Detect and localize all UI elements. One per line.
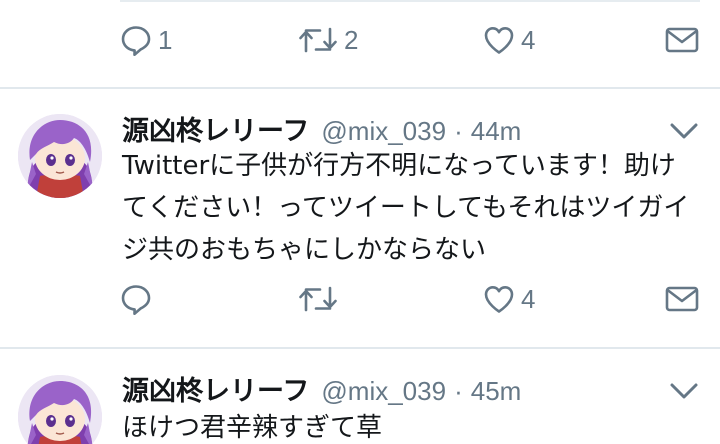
avatar[interactable] <box>18 114 102 198</box>
direct-message-button[interactable] <box>665 279 699 319</box>
chevron-down-icon[interactable] <box>668 119 700 143</box>
retweet-icon <box>298 283 338 315</box>
tweet[interactable]: 源凶柊レリーフ @mix_039 · 44m Twitterに子供が行方不明にな… <box>0 89 720 347</box>
like-count: 4 <box>521 24 536 55</box>
like-button[interactable]: 4 <box>483 20 535 60</box>
separator-dot: · <box>454 376 463 406</box>
handle[interactable]: @mix_039 <box>321 376 446 407</box>
envelope-icon <box>665 285 699 313</box>
reply-button[interactable]: 1 <box>120 20 172 60</box>
reply-icon <box>120 283 152 315</box>
reply-icon <box>120 24 152 56</box>
previous-tweet-actions: 1 2 4 <box>120 20 700 60</box>
reply-button[interactable] <box>120 279 158 319</box>
like-count: 4 <box>521 283 536 314</box>
retweet-button[interactable] <box>298 279 344 319</box>
timestamp[interactable]: 44m <box>471 116 522 147</box>
tweet-header: 源凶柊レリーフ @mix_039 · 45m <box>122 369 521 409</box>
previous-tweet-edge <box>120 0 700 4</box>
chevron-down-icon[interactable] <box>668 379 700 403</box>
display-name[interactable]: 源凶柊レリーフ <box>122 369 309 408</box>
direct-message-button[interactable] <box>665 20 699 60</box>
retweet-count: 2 <box>344 24 359 55</box>
separator-dot: · <box>454 116 463 146</box>
tweet-text: Twitterに子供が行方不明になっています！助けてください！ってツイートしても… <box>122 151 690 265</box>
retweet-button[interactable]: 2 <box>298 20 358 60</box>
like-button[interactable]: 4 <box>483 279 535 319</box>
reply-count: 1 <box>158 24 173 55</box>
retweet-icon <box>298 24 338 56</box>
timestamp[interactable]: 45m <box>471 376 522 407</box>
tweet-text: ほけつ君辛辣すぎて草 <box>122 413 383 443</box>
envelope-icon <box>665 26 699 54</box>
tweet[interactable]: 源凶柊レリーフ @mix_039 · 45m ほけつ君辛辣すぎて草 <box>0 349 720 444</box>
tweet-header: 源凶柊レリーフ @mix_039 · 44m <box>122 109 521 149</box>
display-name[interactable]: 源凶柊レリーフ <box>122 109 309 148</box>
tweet-actions: 4 <box>120 279 700 319</box>
heart-icon <box>483 283 515 315</box>
heart-icon <box>483 24 515 56</box>
handle[interactable]: @mix_039 <box>321 116 446 147</box>
avatar[interactable] <box>18 375 102 444</box>
